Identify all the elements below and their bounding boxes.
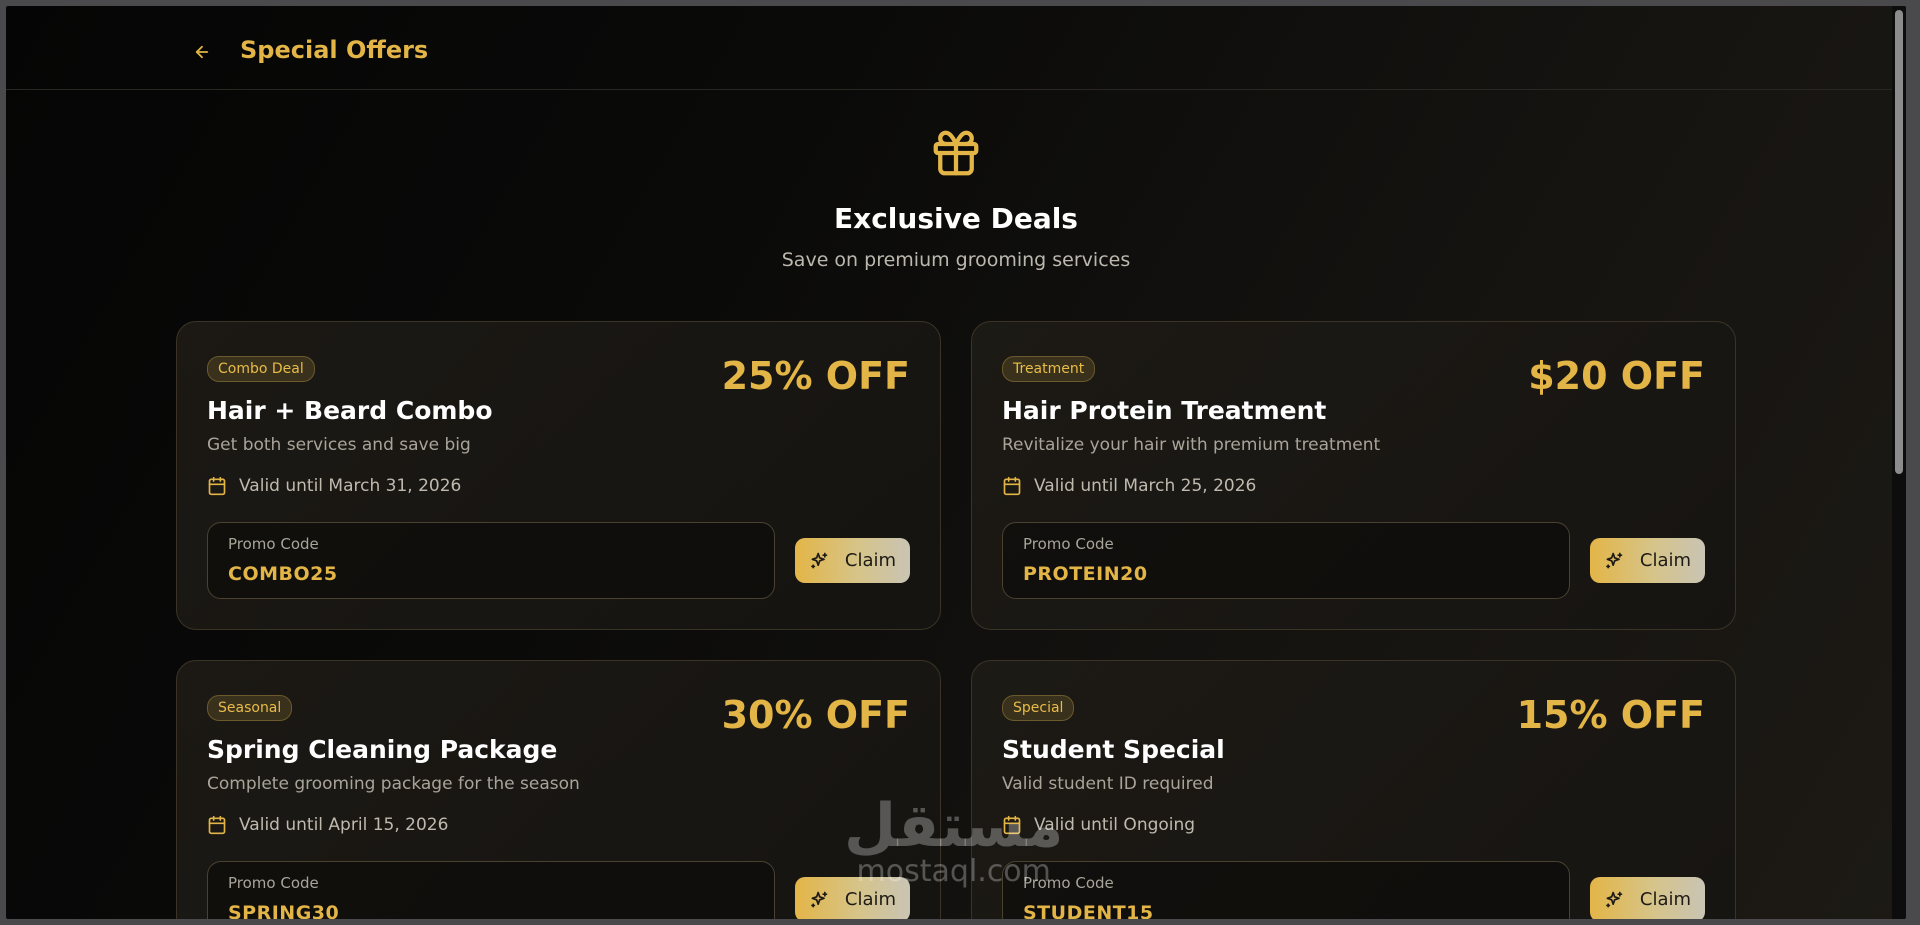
- top-header: Special Offers: [6, 6, 1906, 90]
- page-title: Special Offers: [240, 36, 429, 64]
- promo-code-label: Promo Code: [228, 874, 319, 892]
- offer-card: Treatment $20 OFF Hair Protein Treatment…: [971, 321, 1736, 630]
- promo-code-value: SPRING30: [228, 902, 340, 919]
- offer-badge: Seasonal: [207, 695, 293, 721]
- offer-card: Special 15% OFF Student Special Valid st…: [971, 660, 1736, 919]
- app-window: Special Offers Exclusive Deals Save on p…: [6, 6, 1906, 919]
- offer-badge: Combo Deal: [207, 356, 315, 382]
- offer-discount: $20 OFF: [1528, 354, 1705, 398]
- watermark-url: mostaql.com: [856, 854, 1051, 889]
- claim-button-label: Claim: [844, 889, 897, 910]
- watermark-logo-text: مستقل: [844, 791, 1064, 861]
- hero-section: Exclusive Deals Save on premium grooming…: [6, 126, 1906, 271]
- offer-validity-text: Valid until March 31, 2026: [239, 476, 462, 496]
- promo-code-label: Promo Code: [1023, 535, 1114, 553]
- arrow-left-icon: [195, 45, 209, 59]
- offer-validity-text: Valid until April 15, 2026: [239, 815, 449, 835]
- offer-badge: Special: [1002, 695, 1075, 721]
- offer-validity: Valid until April 15, 2026: [207, 815, 448, 835]
- promo-code-box[interactable]: Promo Code STUDENT15: [1002, 861, 1570, 919]
- offer-discount: 15% OFF: [1516, 693, 1705, 737]
- offer-discount: 25% OFF: [721, 354, 910, 398]
- sparkles-icon: [811, 552, 828, 568]
- back-button[interactable]: [184, 34, 220, 70]
- vertical-scrollbar[interactable]: [1892, 6, 1906, 919]
- calendar-icon: [208, 815, 226, 835]
- scrollbar-thumb[interactable]: [1895, 10, 1903, 474]
- claim-button-label: Claim: [1639, 550, 1692, 571]
- calendar-icon: [208, 476, 226, 496]
- offer-badge: Treatment: [1002, 356, 1096, 382]
- promo-code-box[interactable]: Promo Code COMBO25: [207, 522, 775, 599]
- hero-subtitle: Save on premium grooming services: [781, 249, 1131, 271]
- offer-description: Complete grooming package for the season: [207, 774, 580, 794]
- promo-code-value: STUDENT15: [1023, 902, 1154, 919]
- sparkles-icon: [1606, 552, 1623, 568]
- sparkles-icon: [1606, 891, 1623, 907]
- claim-button[interactable]: Claim: [795, 538, 910, 583]
- offer-title: Student Special: [1002, 735, 1225, 764]
- offer-title: Spring Cleaning Package: [207, 735, 558, 764]
- promo-code-value: COMBO25: [228, 563, 338, 585]
- watermark: مستقل mostaql.com: [844, 796, 1063, 888]
- offer-discount: 30% OFF: [721, 693, 910, 737]
- promo-code-label: Promo Code: [228, 535, 319, 553]
- offer-card: Combo Deal 25% OFF Hair + Beard Combo Ge…: [176, 321, 941, 630]
- offer-validity-text: Valid until March 25, 2026: [1034, 476, 1257, 496]
- offer-description: Get both services and save big: [207, 435, 471, 455]
- offer-card: Seasonal 30% OFF Spring Cleaning Package…: [176, 660, 941, 919]
- gift-icon: [929, 126, 983, 180]
- offer-title: Hair Protein Treatment: [1002, 396, 1327, 425]
- offer-title: Hair + Beard Combo: [207, 396, 493, 425]
- offer-validity: Valid until March 25, 2026: [1002, 476, 1256, 496]
- claim-button-label: Claim: [1639, 889, 1692, 910]
- promo-code-box[interactable]: Promo Code SPRING30: [207, 861, 775, 919]
- claim-button-label: Claim: [844, 550, 897, 571]
- claim-button[interactable]: Claim: [1590, 538, 1705, 583]
- promo-code-box[interactable]: Promo Code PROTEIN20: [1002, 522, 1570, 599]
- offer-description: Revitalize your hair with premium treatm…: [1002, 435, 1381, 455]
- claim-button[interactable]: Claim: [1590, 877, 1705, 919]
- hero-title: Exclusive Deals: [834, 202, 1078, 235]
- sparkles-icon: [811, 891, 828, 907]
- offer-validity: Valid until March 31, 2026: [207, 476, 461, 496]
- promo-code-label: Promo Code: [1023, 874, 1114, 892]
- promo-code-value: PROTEIN20: [1023, 563, 1148, 585]
- calendar-icon: [1003, 476, 1021, 496]
